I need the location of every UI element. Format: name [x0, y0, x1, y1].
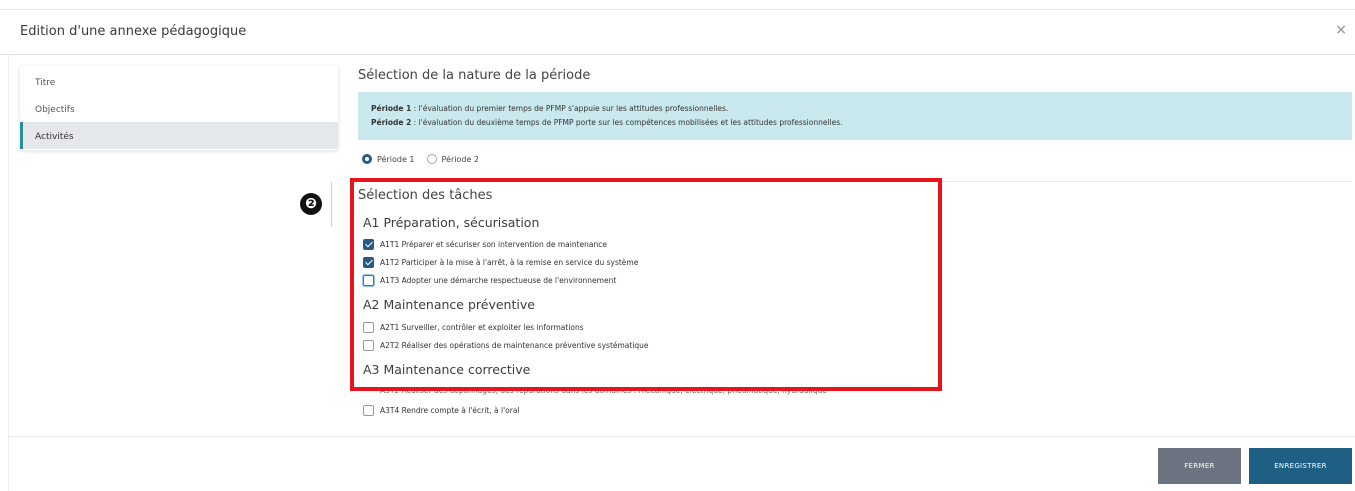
task-checkbox-a2t2[interactable]: A2T2 Réaliser des opérations de maintena…	[363, 339, 649, 351]
checkbox-checked-icon	[363, 256, 374, 268]
period-info-box: Période 1 : l'évaluation du premier temp…	[358, 92, 1352, 140]
task-label-partially-hidden: A3T2 Réaliser des dépannages, des répara…	[380, 388, 827, 395]
task-checkbox-a3t4[interactable]: A3T4 Rendre compte à l'écrit, à l'oral	[363, 404, 520, 416]
annotation-number-badge: ❷	[300, 193, 322, 215]
radio-label: Période 1	[377, 154, 415, 164]
task-label: A2T2 Réaliser des opérations de maintena…	[380, 340, 649, 350]
task-label: A2T1 Surveiller, contrôler et exploiter …	[380, 322, 584, 332]
checkbox-checked-icon	[363, 238, 374, 250]
task-group-title: A3 Maintenance corrective	[363, 362, 531, 377]
save-button[interactable]: ENREGISTRER	[1249, 448, 1352, 484]
task-label: A1T3 Adopter une démarche respectueuse d…	[380, 275, 617, 285]
sidebar-item-label: Objectifs	[35, 105, 75, 115]
task-label: A1T2 Participer à la mise à l'arrêt, à l…	[380, 257, 639, 267]
checkbox-unchecked-icon	[363, 321, 374, 333]
checkbox-unchecked-icon	[363, 274, 374, 286]
radio-periode-1[interactable]: Période 1	[362, 154, 415, 164]
task-label: A3T4 Rendre compte à l'écrit, à l'oral	[380, 405, 520, 415]
checkbox-unchecked-icon	[363, 404, 374, 416]
period-radio-group: Période 1 Période 2	[362, 152, 491, 166]
task-group-title: A2 Maintenance préventive	[363, 297, 535, 312]
task-checkbox-a1t3[interactable]: A1T3 Adopter une démarche respectueuse d…	[363, 274, 616, 286]
vertical-divider	[331, 182, 332, 227]
task-label: A1T1 Préparer et sécuriser son intervent…	[380, 239, 607, 249]
task-checkbox-a1t2[interactable]: A1T2 Participer à la mise à l'arrêt, à l…	[363, 256, 638, 268]
checkbox-unchecked-icon	[363, 339, 374, 351]
sidebar-item-titre[interactable]: Titre	[20, 68, 338, 95]
period-info-line-2: Période 2 : l'évaluation du deuxième tem…	[371, 118, 843, 127]
close-button[interactable]: FERMER	[1158, 448, 1241, 484]
modal-title: Edition d'une annexe pédagogique	[20, 24, 247, 39]
radio-selected-icon	[362, 154, 372, 164]
section-divider	[352, 181, 1352, 182]
period-info-line-1: Période 1 : l'évaluation du premier temp…	[371, 104, 729, 113]
modal-left-border	[8, 55, 9, 491]
task-checkbox-a2t1[interactable]: A2T1 Surveiller, contrôler et exploiter …	[363, 321, 584, 333]
sidebar-item-activites[interactable]: Activités	[20, 122, 338, 149]
radio-periode-2[interactable]: Période 2	[426, 154, 480, 164]
close-icon[interactable]: ×	[1335, 22, 1347, 38]
task-group-title: A1 Préparation, sécurisation	[363, 215, 540, 230]
task-checkbox-a1t1[interactable]: A1T1 Préparer et sécuriser son intervent…	[363, 238, 607, 250]
period-section-title: Sélection de la nature de la période	[358, 68, 591, 83]
sidebar-item-label: Activités	[35, 132, 74, 142]
tasks-section-title: Sélection des tâches	[358, 188, 493, 203]
radio-unselected-icon	[426, 154, 437, 164]
footer-divider	[8, 436, 1355, 437]
modal-header: Edition d'une annexe pédagogique ×	[0, 10, 1355, 55]
sidebar-menu: Titre Objectifs Activités	[20, 66, 338, 150]
radio-label: Période 2	[441, 154, 480, 164]
sidebar-item-objectifs[interactable]: Objectifs	[20, 95, 338, 122]
sidebar-item-label: Titre	[35, 78, 56, 88]
